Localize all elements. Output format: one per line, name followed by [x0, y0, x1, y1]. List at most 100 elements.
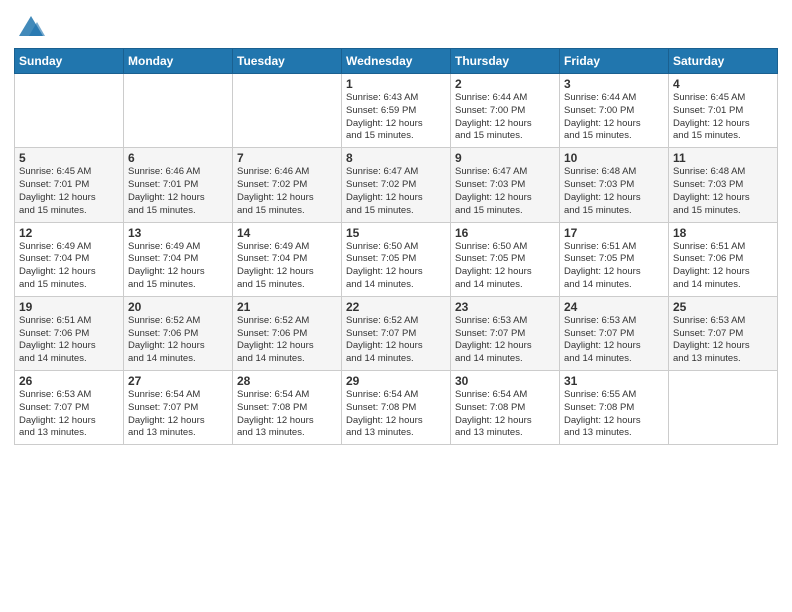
- calendar-cell: 18Sunrise: 6:51 AM Sunset: 7:06 PM Dayli…: [669, 222, 778, 296]
- calendar-table: SundayMondayTuesdayWednesdayThursdayFrid…: [14, 48, 778, 445]
- day-info: Sunrise: 6:52 AM Sunset: 7:07 PM Dayligh…: [346, 315, 446, 366]
- weekday-header-wednesday: Wednesday: [342, 49, 451, 74]
- day-number: 19: [19, 300, 119, 314]
- day-info: Sunrise: 6:53 AM Sunset: 7:07 PM Dayligh…: [19, 389, 119, 440]
- calendar-cell: 23Sunrise: 6:53 AM Sunset: 7:07 PM Dayli…: [451, 296, 560, 370]
- day-number: 18: [673, 226, 773, 240]
- day-number: 12: [19, 226, 119, 240]
- calendar-cell: 26Sunrise: 6:53 AM Sunset: 7:07 PM Dayli…: [15, 371, 124, 445]
- calendar-cell: 16Sunrise: 6:50 AM Sunset: 7:05 PM Dayli…: [451, 222, 560, 296]
- day-number: 25: [673, 300, 773, 314]
- weekday-header-monday: Monday: [124, 49, 233, 74]
- day-info: Sunrise: 6:50 AM Sunset: 7:05 PM Dayligh…: [455, 241, 555, 292]
- calendar-cell: 14Sunrise: 6:49 AM Sunset: 7:04 PM Dayli…: [233, 222, 342, 296]
- day-number: 20: [128, 300, 228, 314]
- day-number: 24: [564, 300, 664, 314]
- day-number: 13: [128, 226, 228, 240]
- day-number: 11: [673, 151, 773, 165]
- day-info: Sunrise: 6:51 AM Sunset: 7:06 PM Dayligh…: [19, 315, 119, 366]
- calendar-cell: 11Sunrise: 6:48 AM Sunset: 7:03 PM Dayli…: [669, 148, 778, 222]
- day-info: Sunrise: 6:48 AM Sunset: 7:03 PM Dayligh…: [564, 166, 664, 217]
- day-info: Sunrise: 6:52 AM Sunset: 7:06 PM Dayligh…: [237, 315, 337, 366]
- weekday-header-saturday: Saturday: [669, 49, 778, 74]
- calendar-cell: 13Sunrise: 6:49 AM Sunset: 7:04 PM Dayli…: [124, 222, 233, 296]
- day-number: 14: [237, 226, 337, 240]
- calendar-cell: 28Sunrise: 6:54 AM Sunset: 7:08 PM Dayli…: [233, 371, 342, 445]
- day-number: 16: [455, 226, 555, 240]
- day-number: 15: [346, 226, 446, 240]
- day-info: Sunrise: 6:44 AM Sunset: 7:00 PM Dayligh…: [564, 92, 664, 143]
- day-number: 17: [564, 226, 664, 240]
- day-info: Sunrise: 6:49 AM Sunset: 7:04 PM Dayligh…: [237, 241, 337, 292]
- calendar-cell: 15Sunrise: 6:50 AM Sunset: 7:05 PM Dayli…: [342, 222, 451, 296]
- day-info: Sunrise: 6:54 AM Sunset: 7:08 PM Dayligh…: [237, 389, 337, 440]
- day-number: 26: [19, 374, 119, 388]
- logo-icon: [17, 14, 45, 42]
- calendar-cell: 3Sunrise: 6:44 AM Sunset: 7:00 PM Daylig…: [560, 74, 669, 148]
- calendar-cell: [124, 74, 233, 148]
- calendar-cell: 2Sunrise: 6:44 AM Sunset: 7:00 PM Daylig…: [451, 74, 560, 148]
- calendar-cell: [669, 371, 778, 445]
- weekday-header-friday: Friday: [560, 49, 669, 74]
- calendar-cell: 27Sunrise: 6:54 AM Sunset: 7:07 PM Dayli…: [124, 371, 233, 445]
- calendar-cell: 24Sunrise: 6:53 AM Sunset: 7:07 PM Dayli…: [560, 296, 669, 370]
- day-info: Sunrise: 6:51 AM Sunset: 7:06 PM Dayligh…: [673, 241, 773, 292]
- day-number: 2: [455, 77, 555, 91]
- calendar-cell: 1Sunrise: 6:43 AM Sunset: 6:59 PM Daylig…: [342, 74, 451, 148]
- day-info: Sunrise: 6:54 AM Sunset: 7:08 PM Dayligh…: [455, 389, 555, 440]
- day-number: 29: [346, 374, 446, 388]
- day-info: Sunrise: 6:54 AM Sunset: 7:07 PM Dayligh…: [128, 389, 228, 440]
- day-number: 28: [237, 374, 337, 388]
- day-info: Sunrise: 6:52 AM Sunset: 7:06 PM Dayligh…: [128, 315, 228, 366]
- calendar-cell: 6Sunrise: 6:46 AM Sunset: 7:01 PM Daylig…: [124, 148, 233, 222]
- day-info: Sunrise: 6:53 AM Sunset: 7:07 PM Dayligh…: [673, 315, 773, 366]
- page: SundayMondayTuesdayWednesdayThursdayFrid…: [0, 0, 792, 612]
- calendar-cell: [15, 74, 124, 148]
- calendar-cell: 4Sunrise: 6:45 AM Sunset: 7:01 PM Daylig…: [669, 74, 778, 148]
- calendar-cell: [233, 74, 342, 148]
- day-info: Sunrise: 6:49 AM Sunset: 7:04 PM Dayligh…: [128, 241, 228, 292]
- day-info: Sunrise: 6:55 AM Sunset: 7:08 PM Dayligh…: [564, 389, 664, 440]
- day-number: 6: [128, 151, 228, 165]
- day-info: Sunrise: 6:44 AM Sunset: 7:00 PM Dayligh…: [455, 92, 555, 143]
- day-info: Sunrise: 6:46 AM Sunset: 7:01 PM Dayligh…: [128, 166, 228, 217]
- weekday-header-sunday: Sunday: [15, 49, 124, 74]
- calendar-cell: 21Sunrise: 6:52 AM Sunset: 7:06 PM Dayli…: [233, 296, 342, 370]
- day-number: 31: [564, 374, 664, 388]
- calendar-cell: 17Sunrise: 6:51 AM Sunset: 7:05 PM Dayli…: [560, 222, 669, 296]
- day-info: Sunrise: 6:51 AM Sunset: 7:05 PM Dayligh…: [564, 241, 664, 292]
- day-info: Sunrise: 6:47 AM Sunset: 7:03 PM Dayligh…: [455, 166, 555, 217]
- day-info: Sunrise: 6:54 AM Sunset: 7:08 PM Dayligh…: [346, 389, 446, 440]
- day-number: 1: [346, 77, 446, 91]
- calendar-cell: 30Sunrise: 6:54 AM Sunset: 7:08 PM Dayli…: [451, 371, 560, 445]
- calendar-cell: 10Sunrise: 6:48 AM Sunset: 7:03 PM Dayli…: [560, 148, 669, 222]
- calendar-cell: 7Sunrise: 6:46 AM Sunset: 7:02 PM Daylig…: [233, 148, 342, 222]
- day-info: Sunrise: 6:50 AM Sunset: 7:05 PM Dayligh…: [346, 241, 446, 292]
- day-number: 10: [564, 151, 664, 165]
- day-number: 3: [564, 77, 664, 91]
- calendar-cell: 19Sunrise: 6:51 AM Sunset: 7:06 PM Dayli…: [15, 296, 124, 370]
- day-info: Sunrise: 6:46 AM Sunset: 7:02 PM Dayligh…: [237, 166, 337, 217]
- calendar-cell: 9Sunrise: 6:47 AM Sunset: 7:03 PM Daylig…: [451, 148, 560, 222]
- calendar-cell: 12Sunrise: 6:49 AM Sunset: 7:04 PM Dayli…: [15, 222, 124, 296]
- day-info: Sunrise: 6:53 AM Sunset: 7:07 PM Dayligh…: [564, 315, 664, 366]
- day-number: 23: [455, 300, 555, 314]
- calendar-cell: 29Sunrise: 6:54 AM Sunset: 7:08 PM Dayli…: [342, 371, 451, 445]
- day-info: Sunrise: 6:47 AM Sunset: 7:02 PM Dayligh…: [346, 166, 446, 217]
- day-number: 21: [237, 300, 337, 314]
- logo: [14, 14, 45, 42]
- calendar-cell: 25Sunrise: 6:53 AM Sunset: 7:07 PM Dayli…: [669, 296, 778, 370]
- day-info: Sunrise: 6:43 AM Sunset: 6:59 PM Dayligh…: [346, 92, 446, 143]
- calendar-cell: 8Sunrise: 6:47 AM Sunset: 7:02 PM Daylig…: [342, 148, 451, 222]
- weekday-header-thursday: Thursday: [451, 49, 560, 74]
- day-info: Sunrise: 6:48 AM Sunset: 7:03 PM Dayligh…: [673, 166, 773, 217]
- day-number: 8: [346, 151, 446, 165]
- calendar-cell: 31Sunrise: 6:55 AM Sunset: 7:08 PM Dayli…: [560, 371, 669, 445]
- calendar-cell: 5Sunrise: 6:45 AM Sunset: 7:01 PM Daylig…: [15, 148, 124, 222]
- day-number: 5: [19, 151, 119, 165]
- day-number: 22: [346, 300, 446, 314]
- day-info: Sunrise: 6:49 AM Sunset: 7:04 PM Dayligh…: [19, 241, 119, 292]
- calendar-cell: 22Sunrise: 6:52 AM Sunset: 7:07 PM Dayli…: [342, 296, 451, 370]
- day-number: 4: [673, 77, 773, 91]
- calendar-cell: 20Sunrise: 6:52 AM Sunset: 7:06 PM Dayli…: [124, 296, 233, 370]
